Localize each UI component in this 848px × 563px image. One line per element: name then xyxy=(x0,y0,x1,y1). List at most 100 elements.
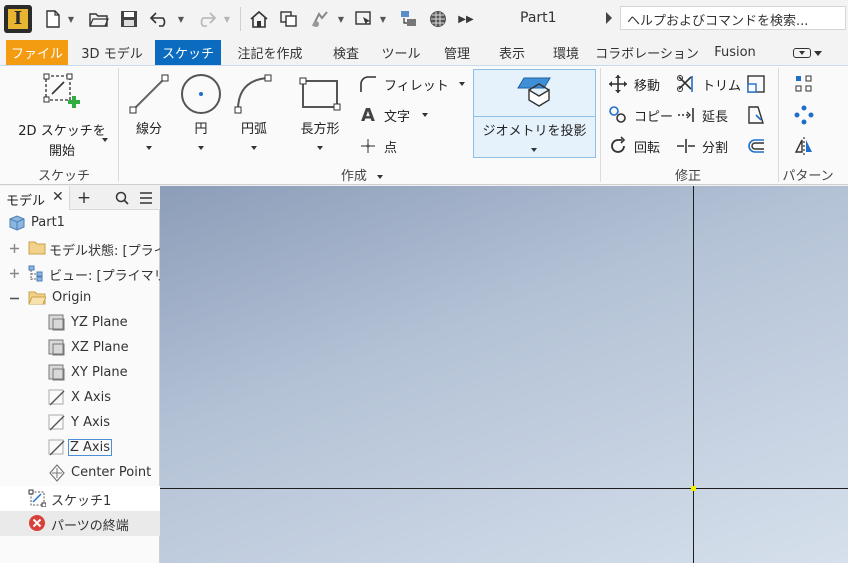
tree-item-xy-plane[interactable]: XY Plane xyxy=(0,361,160,386)
tree-item-y-axis[interactable]: Y Axis xyxy=(0,411,160,436)
arc-dropdown-icon[interactable] xyxy=(251,145,257,150)
circle-dropdown-icon[interactable] xyxy=(198,145,204,150)
save-icon[interactable] xyxy=(118,9,140,29)
graphics-canvas[interactable] xyxy=(160,186,848,563)
tab-3d-model[interactable]: 3D モデル xyxy=(74,40,150,65)
tree-item-end-of-part[interactable]: パーツの終端 xyxy=(0,511,160,536)
trim-button[interactable]: トリム xyxy=(676,72,741,96)
circle-label: 円 xyxy=(194,122,208,137)
copy-icon xyxy=(608,105,628,125)
sketch-origin-point[interactable] xyxy=(691,486,696,491)
fillet-icon xyxy=(358,74,378,94)
sketch-x-axis-line xyxy=(160,488,848,489)
add-browser-tab-icon[interactable]: + xyxy=(74,188,94,208)
open-folder-icon[interactable] xyxy=(88,9,110,29)
tab-environments[interactable]: 環境 xyxy=(542,40,590,65)
tree-item-label: Y Axis xyxy=(71,415,111,430)
material-sphere-icon[interactable] xyxy=(426,9,450,29)
folder-icon xyxy=(28,239,46,257)
search-icon[interactable] xyxy=(112,188,132,208)
tree-item-z-axis[interactable]: Z Axis xyxy=(0,436,160,461)
fillet-button[interactable]: フィレット xyxy=(358,72,465,96)
offset-button[interactable] xyxy=(746,134,772,158)
fillet-dropdown-icon[interactable] xyxy=(458,82,465,86)
stretch-icon xyxy=(746,105,766,125)
move-button[interactable]: 移動 xyxy=(608,72,660,96)
line-dropdown-icon[interactable] xyxy=(146,145,152,150)
tab-manage[interactable]: 管理 xyxy=(432,40,482,65)
tree-item-part1[interactable]: Part1 xyxy=(0,211,160,236)
tree-item-yz-plane[interactable]: YZ Plane xyxy=(0,311,160,336)
project-geometry-button[interactable]: ジオメトリを投影 xyxy=(473,69,596,158)
work-axis-icon xyxy=(48,439,66,457)
more-commands-icon[interactable]: ▶▶ xyxy=(456,9,476,29)
new-file-dropdown-icon[interactable]: ▼ xyxy=(66,9,76,29)
text-button[interactable]: A 文字 xyxy=(358,103,429,127)
line-icon xyxy=(124,70,174,118)
tab-inspect[interactable]: 検査 xyxy=(320,40,372,65)
tab-collaborate[interactable]: コラボレーション xyxy=(595,40,699,65)
rotate-button[interactable]: 回転 xyxy=(608,134,660,158)
project-icon[interactable] xyxy=(278,9,300,29)
tab-view[interactable]: 表示 xyxy=(488,40,536,65)
model-browser: モデル ✕ + Part1 モデル状態: [プライ ビュー: [プライマリ] O… xyxy=(0,186,160,563)
app-logo[interactable]: I xyxy=(4,5,32,33)
update-icon[interactable] xyxy=(396,9,420,29)
hamburger-menu-icon[interactable] xyxy=(136,188,156,208)
tree-item-origin[interactable]: Origin xyxy=(0,286,160,311)
copy-button[interactable]: コピー xyxy=(608,103,673,127)
close-icon[interactable]: ✕ xyxy=(52,189,64,205)
tab-tools[interactable]: ツール xyxy=(376,40,426,65)
tab-sketch[interactable]: スケッチ xyxy=(155,40,221,65)
tree-item-model-states[interactable]: モデル状態: [プライ xyxy=(0,236,160,261)
undo-icon[interactable] xyxy=(148,9,172,29)
browser-tab-model[interactable]: モデル ✕ xyxy=(0,186,70,210)
select-icon[interactable] xyxy=(352,9,376,29)
tree-item-center-point[interactable]: Center Point xyxy=(0,461,160,486)
mirror-button[interactable] xyxy=(794,134,820,158)
rectangle-label: 長方形 xyxy=(300,122,340,137)
rectangular-pattern-icon xyxy=(794,74,814,94)
create-group-label[interactable]: 作成 xyxy=(332,165,392,184)
project-geometry-dropdown-icon[interactable] xyxy=(531,147,537,152)
extend-icon xyxy=(676,105,696,125)
tab-annotate[interactable]: 注記を作成 xyxy=(226,40,314,65)
select-dropdown-icon[interactable]: ▼ xyxy=(378,9,388,29)
tree-item-sketch1[interactable]: スケッチ1 xyxy=(0,486,160,511)
redo-dropdown-icon[interactable]: ▼ xyxy=(222,9,232,29)
tree-item-xz-plane[interactable]: XZ Plane xyxy=(0,336,160,361)
text-dropdown-icon[interactable] xyxy=(422,113,429,117)
collapse-minus-icon[interactable] xyxy=(9,293,20,304)
rectangular-pattern-button[interactable] xyxy=(794,72,820,96)
circular-pattern-button[interactable] xyxy=(794,103,820,127)
tree-item-x-axis[interactable]: X Axis xyxy=(0,386,160,411)
tab-fusion[interactable]: Fusion xyxy=(706,40,764,65)
line-button[interactable]: 線分 xyxy=(124,70,174,150)
redo-icon[interactable] xyxy=(194,9,218,29)
appearance-icon[interactable] xyxy=(308,9,332,29)
start-2d-sketch-button[interactable]: 2D スケッチを 開始 xyxy=(10,70,114,162)
undo-dropdown-icon[interactable]: ▼ xyxy=(176,9,186,29)
work-plane-icon xyxy=(48,339,66,357)
tree-item-view[interactable]: ビュー: [プライマリ] xyxy=(0,261,160,286)
search-input[interactable]: ヘルプおよびコマンドを検索... xyxy=(620,6,846,30)
point-button[interactable]: 点 xyxy=(358,134,397,158)
ribbon-display-toggle[interactable] xyxy=(793,46,827,60)
scale-button[interactable] xyxy=(746,72,772,96)
rectangle-button[interactable]: 長方形 xyxy=(290,70,350,150)
search-expand-icon[interactable] xyxy=(606,12,612,24)
stretch-button[interactable] xyxy=(746,103,772,127)
rectangle-dropdown-icon[interactable] xyxy=(317,145,323,150)
split-button[interactable]: 分割 xyxy=(676,134,728,158)
fillet-label: フィレット xyxy=(384,78,449,94)
extend-button[interactable]: 延長 xyxy=(676,103,728,127)
sketch-group-label: スケッチ xyxy=(38,169,91,184)
appearance-dropdown-icon[interactable]: ▼ xyxy=(336,9,346,29)
expand-plus-icon[interactable] xyxy=(9,243,20,254)
arc-button[interactable]: 円弧 xyxy=(228,70,280,150)
home-icon[interactable] xyxy=(248,9,270,29)
new-file-icon[interactable] xyxy=(42,9,64,29)
tab-file[interactable]: ファイル xyxy=(6,40,68,65)
expand-plus-icon[interactable] xyxy=(9,268,20,279)
circle-button[interactable]: 円 xyxy=(176,70,226,150)
